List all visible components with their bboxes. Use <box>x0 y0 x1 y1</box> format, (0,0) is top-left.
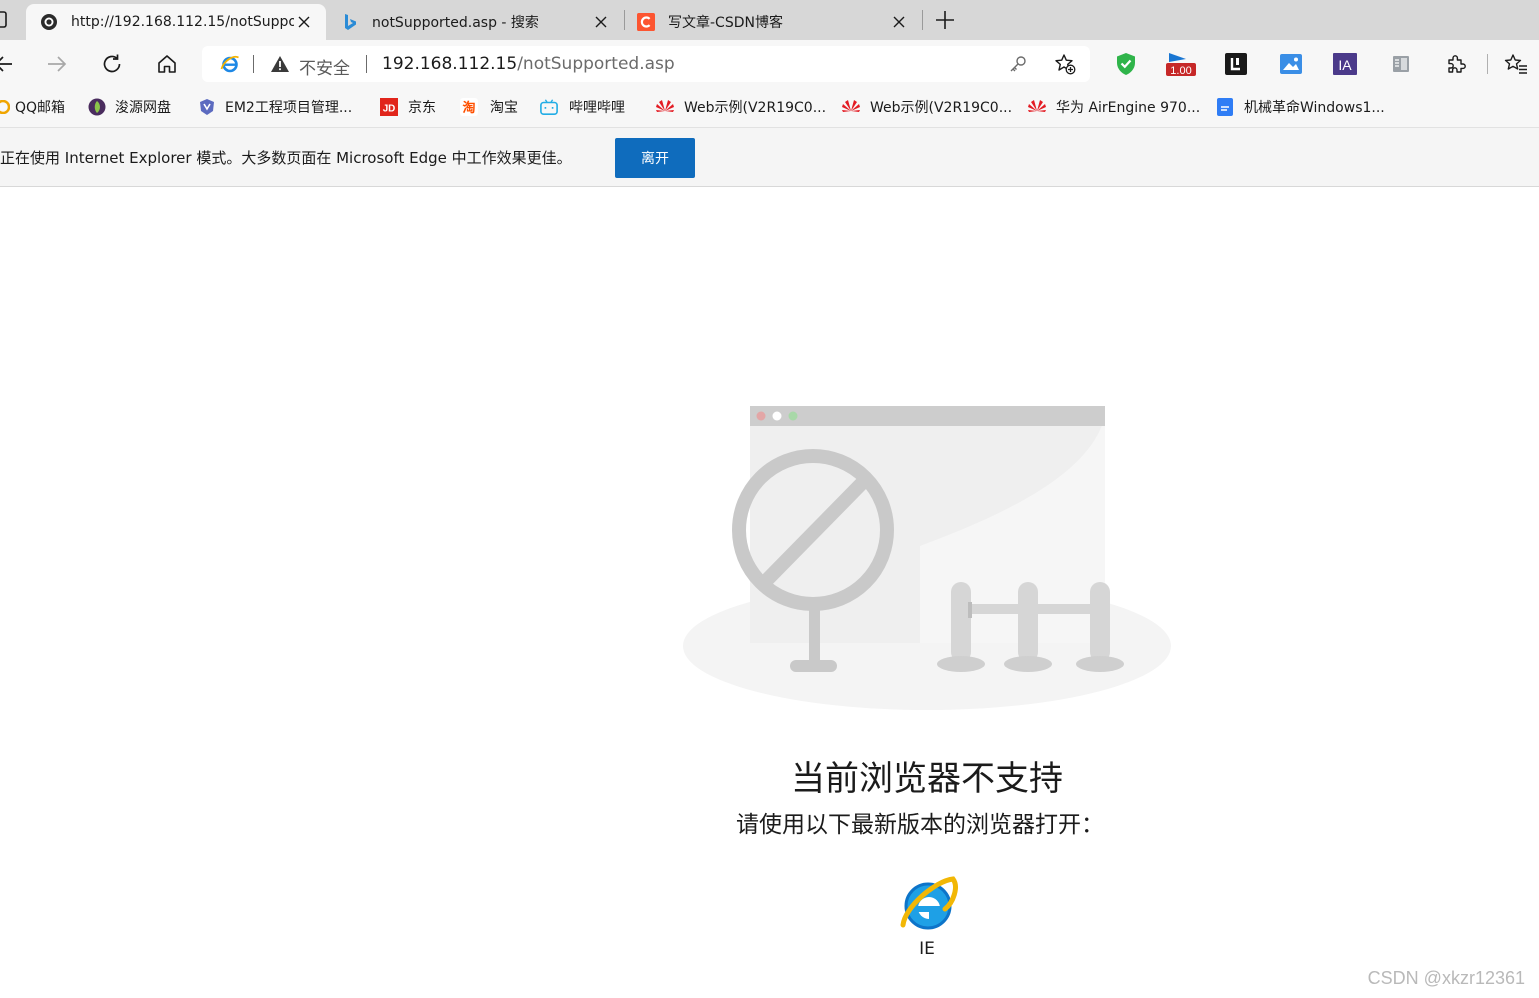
forward-icon[interactable] <box>43 50 71 78</box>
jd-icon: JD <box>380 98 398 116</box>
ie-mode-page-icon <box>40 13 58 31</box>
refresh-icon[interactable] <box>98 50 126 78</box>
url-host: 192.168.112.15 <box>382 54 518 74</box>
ie-mode-infobar: 你正在使用 Internet Explorer 模式。大多数页面在 Micros… <box>0 128 1539 187</box>
reader-extension-icon[interactable] <box>1389 52 1413 76</box>
speed-badge: 1.00 <box>1170 65 1192 77</box>
csdn-icon <box>637 13 655 31</box>
home-icon[interactable] <box>153 50 181 78</box>
bookmark-em2[interactable]: EM2工程项目管理... <box>198 96 352 118</box>
bookmark-label: 淘宝 <box>490 100 518 116</box>
ie-browser-logo-icon[interactable] <box>895 873 959 937</box>
unsupported-browser-illustration <box>683 406 1171 710</box>
address-separator <box>253 55 254 73</box>
taobao-icon: 淘 <box>460 98 478 116</box>
address-separator <box>366 55 367 73</box>
tab-title: notSupported.asp - 搜索 <box>372 15 539 31</box>
bing-icon <box>341 13 359 31</box>
tab-title: http://192.168.112.15/notSupported.asp <box>71 14 294 30</box>
netdisk-icon <box>88 98 106 116</box>
favorites-bar: QQ邮箱 浚源网盘 EM2工程项目管理... JD 京东 淘 淘宝 哔哩哔哩 W… <box>0 88 1539 128</box>
extensions-puzzle-icon[interactable] <box>1444 52 1468 76</box>
page-title: 当前浏览器不支持 <box>791 759 1063 799</box>
svg-text:淘: 淘 <box>462 100 475 116</box>
security-status[interactable]: 不安全 <box>299 54 350 79</box>
address-bar[interactable]: 不安全 192.168.112.15/notSupported.asp <box>202 46 1090 82</box>
ie-mode-icon[interactable] <box>220 54 240 74</box>
huawei-icon <box>1026 98 1048 116</box>
url-path: /notSupported.asp <box>517 54 675 74</box>
qq-mail-icon <box>0 98 12 116</box>
bookmark-bilibili[interactable]: 哔哩哔哩 <box>540 96 625 118</box>
bookmark-taobao[interactable]: 淘 淘宝 <box>460 96 518 118</box>
url-text[interactable]: 192.168.112.15/notSupported.asp <box>382 54 675 74</box>
bookmark-label: Web示例(V2R19C0... <box>870 100 1013 116</box>
tab-bing-search[interactable]: notSupported.asp - 搜索 <box>327 4 623 40</box>
close-tab-icon[interactable] <box>889 12 909 32</box>
tab-title: 写文章-CSDN博客 <box>668 15 783 31</box>
navigation-toolbar: 不安全 192.168.112.15/notSupported.asp 1.00… <box>0 40 1539 88</box>
bookmark-web-example-1[interactable]: Web示例(V2R19C0... <box>654 96 826 118</box>
bookmark-label: QQ邮箱 <box>15 100 66 116</box>
toolbar-separator <box>1487 54 1488 74</box>
key-icon[interactable] <box>1008 54 1028 74</box>
back-icon[interactable] <box>0 50 18 78</box>
svg-text:IA: IA <box>1338 57 1352 73</box>
svg-text:JD: JD <box>383 104 396 115</box>
warning-icon[interactable] <box>270 54 290 74</box>
document-icon <box>1216 98 1234 116</box>
favorites-icon[interactable] <box>1504 52 1528 76</box>
bookmark-label: 华为 AirEngine 970... <box>1056 100 1201 116</box>
ie-browser-label[interactable]: IE <box>895 939 959 959</box>
ia-extension-icon[interactable]: IA <box>1333 52 1357 76</box>
tab-strip: http://192.168.112.15/notSupported.asp n… <box>0 0 1539 40</box>
huawei-icon <box>654 98 676 116</box>
bookmark-label: 京东 <box>408 100 436 116</box>
bilibili-icon <box>540 98 558 116</box>
huawei-icon <box>840 98 862 116</box>
bookmark-label: Web示例(V2R19C0... <box>684 100 827 116</box>
tab-actions-icon[interactable] <box>0 10 10 30</box>
shield-extension-icon[interactable] <box>1114 52 1138 76</box>
bookmark-label: 机械革命Windows1... <box>1244 100 1385 116</box>
lingoes-extension-icon[interactable] <box>1224 52 1248 76</box>
new-tab-icon[interactable] <box>934 9 956 31</box>
bookmark-jd[interactable]: JD 京东 <box>380 96 436 118</box>
em2-icon <box>198 98 216 116</box>
speed-extension-icon[interactable]: 1.00 <box>1166 52 1196 77</box>
bookmark-label: 哔哩哔哩 <box>569 100 625 116</box>
bookmark-web-example-2[interactable]: Web示例(V2R19C0... <box>840 96 1012 118</box>
bookmark-label: EM2工程项目管理... <box>225 100 353 116</box>
watermark: CSDN @xkzr12361 <box>1367 968 1525 988</box>
close-tab-icon[interactable] <box>294 12 314 32</box>
bookmark-mechrevo[interactable]: 机械革命Windows1... <box>1216 96 1385 118</box>
close-tab-icon[interactable] <box>591 12 611 32</box>
bookmark-netdisk[interactable]: 浚源网盘 <box>88 96 171 118</box>
tab-separator <box>922 10 923 30</box>
add-favorite-icon[interactable] <box>1054 53 1076 75</box>
leave-button[interactable]: 离开 <box>615 138 695 178</box>
page-content: 当前浏览器不支持 请使用以下最新版本的浏览器打开： IE CSDN @xkzr1… <box>0 188 1539 998</box>
bookmark-qq-mail[interactable]: QQ邮箱 <box>0 96 65 118</box>
ie-mode-message: 你正在使用 Internet Explorer 模式。大多数页面在 Micros… <box>0 149 572 167</box>
page-subtitle: 请使用以下最新版本的浏览器打开： <box>736 812 1104 838</box>
tab-notsupported[interactable]: http://192.168.112.15/notSupported.asp <box>26 4 326 40</box>
tab-csdn[interactable]: 写文章-CSDN博客 <box>625 4 921 40</box>
image-extension-icon[interactable] <box>1279 52 1303 76</box>
bookmark-label: 浚源网盘 <box>115 100 171 116</box>
bookmark-huawei-airengine[interactable]: 华为 AirEngine 970... <box>1026 96 1200 118</box>
